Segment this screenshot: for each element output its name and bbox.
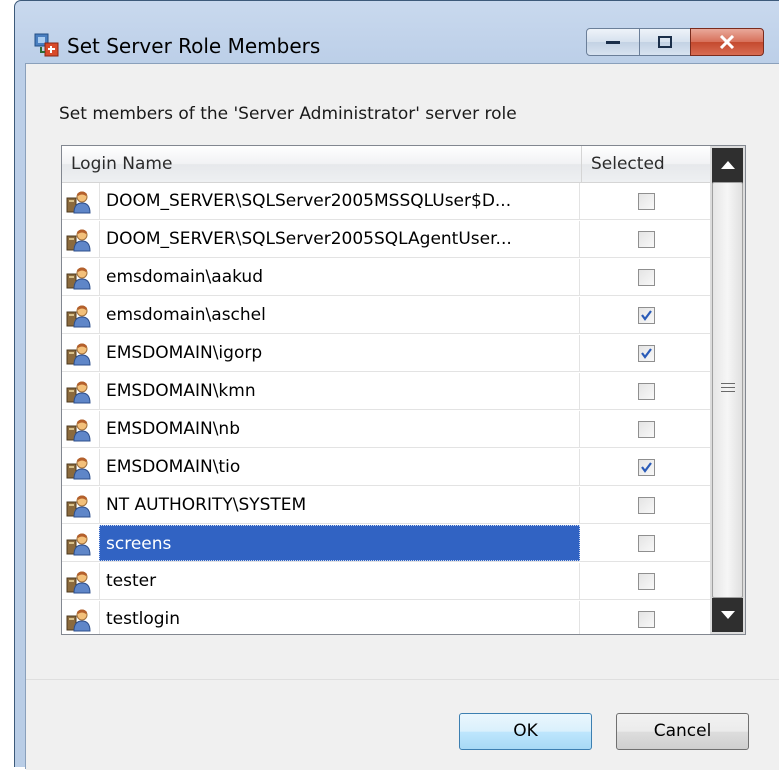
- table-row[interactable]: EMSDOMAIN\kmn: [62, 373, 710, 410]
- table-row[interactable]: testlogin: [62, 601, 710, 634]
- selected-checkbox[interactable]: [638, 231, 655, 248]
- selected-checkbox[interactable]: [638, 307, 655, 324]
- dialog-window: Set Server Role Members Set members of t…: [14, 0, 779, 770]
- server-role-icon: [34, 33, 59, 57]
- scroll-down-button[interactable]: [712, 598, 743, 632]
- selected-checkbox[interactable]: [638, 573, 655, 590]
- login-name-cell[interactable]: emsdomain\aschel: [99, 297, 580, 333]
- column-header-selected[interactable]: Selected: [582, 146, 710, 182]
- user-login-icon: [66, 343, 91, 366]
- selected-checkbox[interactable]: [638, 193, 655, 210]
- login-name-cell[interactable]: tester: [99, 563, 580, 599]
- checkmark-icon: [641, 462, 652, 473]
- selected-checkbox[interactable]: [638, 459, 655, 476]
- login-name-cell[interactable]: DOOM_SERVER\SQLServer2005MSSQLUser$D...: [99, 183, 580, 219]
- table-row[interactable]: tester: [62, 563, 710, 600]
- triangle-down-icon: [720, 611, 735, 619]
- column-header-login-name[interactable]: Login Name: [62, 146, 582, 182]
- user-login-icon: [66, 457, 91, 480]
- table-row[interactable]: EMSDOMAIN\nb: [62, 411, 710, 448]
- table-row[interactable]: DOOM_SERVER\SQLServer2005MSSQLUser$D...: [62, 183, 710, 220]
- vertical-scrollbar[interactable]: [710, 146, 745, 634]
- user-login-icon: [66, 191, 91, 214]
- ok-button[interactable]: OK: [459, 713, 592, 750]
- button-bar: OK Cancel: [26, 679, 779, 770]
- selected-checkbox[interactable]: [638, 345, 655, 362]
- login-name-cell[interactable]: screens: [99, 525, 580, 561]
- window-title: Set Server Role Members: [67, 34, 321, 58]
- selected-checkbox[interactable]: [638, 497, 655, 514]
- login-name-cell[interactable]: EMSDOMAIN\kmn: [99, 373, 580, 409]
- minimize-button[interactable]: [586, 28, 640, 56]
- table-row[interactable]: NT AUTHORITY\SYSTEM: [62, 487, 710, 524]
- user-login-icon: [66, 571, 91, 594]
- close-button[interactable]: [690, 28, 764, 56]
- checkmark-icon: [641, 310, 652, 321]
- login-name-cell[interactable]: DOOM_SERVER\SQLServer2005SQLAgentUser...: [99, 221, 580, 257]
- selected-checkbox[interactable]: [638, 269, 655, 286]
- grid-header: Login Name Selected: [62, 146, 710, 183]
- close-icon: [719, 35, 735, 49]
- login-name-cell[interactable]: EMSDOMAIN\tio: [99, 449, 580, 485]
- selected-checkbox[interactable]: [638, 421, 655, 438]
- login-name-cell[interactable]: emsdomain\aakud: [99, 259, 580, 295]
- user-login-icon: [66, 305, 91, 328]
- user-login-icon: [66, 533, 91, 556]
- title-bar[interactable]: Set Server Role Members: [15, 1, 779, 63]
- user-login-icon: [66, 229, 91, 252]
- user-login-icon: [66, 267, 91, 290]
- scrollbar-grip-icon: [721, 383, 735, 395]
- maximize-icon: [658, 36, 672, 48]
- table-row[interactable]: emsdomain\aakud: [62, 259, 710, 296]
- cancel-button[interactable]: Cancel: [616, 713, 749, 750]
- table-row[interactable]: screens: [62, 525, 710, 562]
- table-row[interactable]: emsdomain\aschel: [62, 297, 710, 334]
- dialog-subtitle: Set members of the 'Server Administrator…: [59, 104, 517, 124]
- login-name-cell[interactable]: NT AUTHORITY\SYSTEM: [99, 487, 580, 523]
- dialog-client-area: Set members of the 'Server Administrator…: [25, 63, 779, 770]
- minimize-icon: [606, 41, 620, 44]
- table-row[interactable]: EMSDOMAIN\igorp: [62, 335, 710, 372]
- selected-checkbox[interactable]: [638, 383, 655, 400]
- table-row[interactable]: EMSDOMAIN\tio: [62, 449, 710, 486]
- maximize-button[interactable]: [639, 28, 691, 56]
- scrollbar-thumb[interactable]: [712, 182, 743, 598]
- user-login-icon: [66, 381, 91, 404]
- selected-checkbox[interactable]: [638, 611, 655, 628]
- members-grid: Login Name Selected DOOM_SERVER\SQLServe…: [61, 145, 746, 635]
- login-name-cell[interactable]: EMSDOMAIN\nb: [99, 411, 580, 447]
- checkmark-icon: [641, 348, 652, 359]
- scroll-up-button[interactable]: [712, 148, 743, 182]
- user-login-icon: [66, 495, 91, 518]
- selected-checkbox[interactable]: [638, 535, 655, 552]
- user-login-icon: [66, 419, 91, 442]
- login-name-cell[interactable]: testlogin: [99, 601, 580, 634]
- user-login-icon: [66, 609, 91, 632]
- login-name-cell[interactable]: EMSDOMAIN\igorp: [99, 335, 580, 371]
- table-row[interactable]: DOOM_SERVER\SQLServer2005SQLAgentUser...: [62, 221, 710, 258]
- triangle-up-icon: [720, 161, 735, 169]
